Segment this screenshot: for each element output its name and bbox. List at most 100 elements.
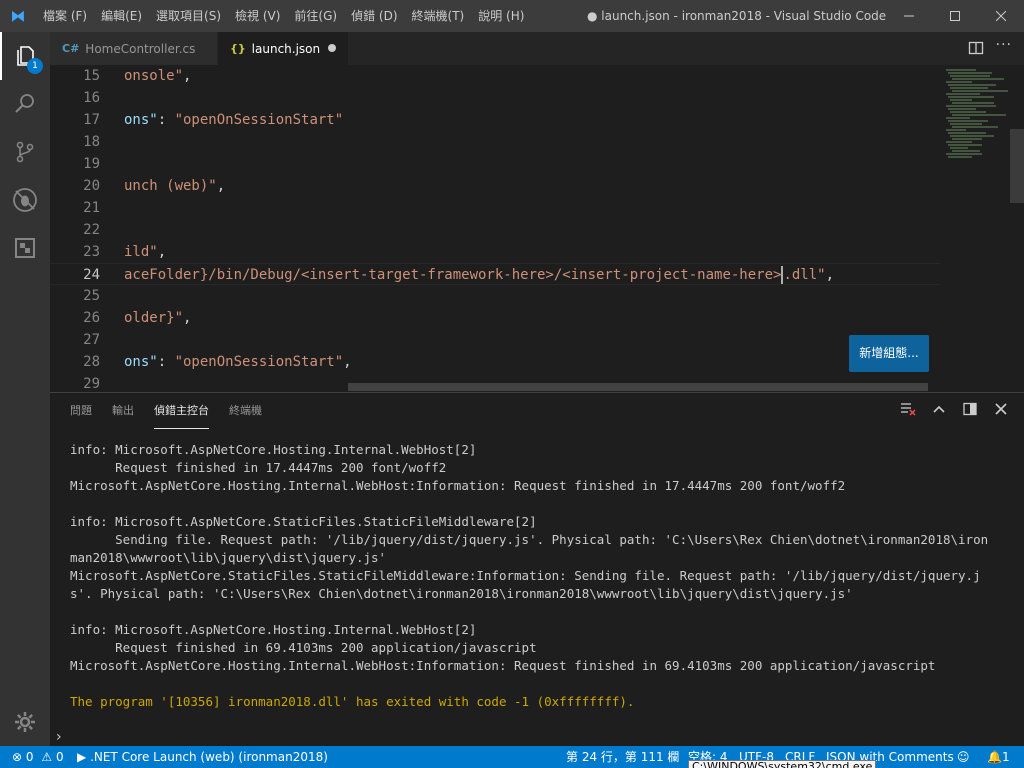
close-window-button[interactable]	[978, 0, 1024, 32]
line-number: 28	[83, 354, 100, 370]
minimap-line	[948, 132, 986, 134]
code-line[interactable]: 19	[50, 153, 940, 175]
debug-launch-config[interactable]: ▶ .NET Core Launch (web) (ironman2018)	[77, 746, 328, 768]
split-editor-button[interactable]	[968, 40, 984, 59]
code-token: ,	[157, 244, 167, 260]
bell-icon: 🔔	[987, 750, 1002, 764]
minimap-line	[946, 93, 980, 95]
code-token: ,	[183, 68, 192, 84]
more-actions-icon[interactable]: ···	[996, 37, 1012, 53]
maximize-icon	[950, 11, 960, 21]
source-control-button[interactable]	[0, 128, 50, 176]
add-configuration-button[interactable]: 新增組態...	[849, 335, 929, 372]
code-line[interactable]: 20 unch (web)",	[50, 175, 940, 197]
menu-help[interactable]: 說明 (H)	[471, 0, 531, 32]
console-line: Sending file. Request path: '/lib/jquery…	[70, 532, 989, 547]
line-code: unch (web)",	[124, 175, 225, 197]
code-token: ons"	[124, 354, 158, 370]
close-panel-button[interactable]	[985, 403, 1016, 419]
close-icon	[996, 11, 1006, 21]
warning-icon: ⚠	[41, 750, 53, 764]
menu-debug[interactable]: 偵錯 (D)	[344, 0, 404, 32]
problems-indicator[interactable]: ⊗ 0 ⚠ 0	[12, 746, 64, 768]
feedback-smiley-icon[interactable]: ☺	[957, 746, 970, 768]
code-line[interactable]: 26 older}",	[50, 307, 940, 329]
console-input-prompt[interactable]: ›	[56, 729, 62, 745]
line-code: onsole",	[124, 65, 191, 87]
minimap-line	[946, 81, 972, 83]
menu-file[interactable]: 檔案 (F)	[36, 0, 94, 32]
code-token: onsole"	[124, 68, 184, 84]
json-file-icon: {}	[230, 42, 246, 55]
csharp-file-icon: C#	[62, 42, 80, 55]
minimap-line	[946, 141, 972, 143]
settings-button[interactable]	[0, 698, 50, 746]
line-number: 20	[83, 178, 100, 194]
code-line[interactable]: 17 ons": "openOnSessionStart"	[50, 109, 940, 131]
close-icon	[994, 403, 1007, 415]
line-number: 19	[83, 156, 100, 172]
toggle-panel-position-button[interactable]	[954, 402, 985, 420]
extensions-button[interactable]	[0, 224, 50, 272]
code-line[interactable]: 28 ons": "openOnSessionStart",	[50, 351, 940, 373]
notification-count: 1	[1001, 750, 1010, 764]
menu-view[interactable]: 檢視 (V)	[228, 0, 287, 32]
vertical-scrollbar[interactable]	[1010, 129, 1024, 203]
code-token: :	[157, 112, 175, 128]
menu-selection[interactable]: 選取項目(S)	[149, 0, 228, 32]
tab-label: HomeController.cs	[85, 41, 196, 56]
code-line[interactable]: 21	[50, 197, 940, 219]
line-number: 17	[83, 112, 100, 128]
code-editor[interactable]: 15 onsole", 16 17 ons": "openOnSessionStart"…	[50, 65, 1024, 392]
console-line: The program '[10356] ironman2018.dll' ha…	[70, 694, 635, 709]
line-number: 29	[83, 376, 100, 392]
horizontal-scrollbar[interactable]	[348, 383, 928, 391]
minimap-line	[948, 156, 972, 158]
code-line[interactable]: 16	[50, 87, 940, 109]
minimize-button[interactable]	[886, 0, 932, 32]
tab-homecontroller[interactable]: C# HomeController.cs	[50, 32, 217, 65]
maximize-panel-button[interactable]	[923, 402, 954, 420]
cursor-position[interactable]: 第 24 行，第 111 欄	[566, 746, 679, 768]
minimap-line	[952, 102, 994, 104]
minimize-icon	[904, 15, 914, 17]
tab-output[interactable]: 輸出	[112, 393, 134, 429]
explorer-button[interactable]: 1	[0, 32, 50, 80]
code-token: ild"	[124, 244, 158, 260]
panel-actions	[892, 393, 1016, 429]
tab-launch-json[interactable]: {} launch.json	[218, 32, 348, 65]
code-line[interactable]: 27	[50, 329, 940, 351]
notifications-button[interactable]: 🔔1	[987, 746, 1010, 768]
maximize-button[interactable]	[932, 0, 978, 32]
menu-go[interactable]: 前往(G)	[287, 0, 344, 32]
tab-debug-console[interactable]: 偵錯主控台	[154, 393, 209, 429]
code-line[interactable]: 25	[50, 285, 940, 307]
source-control-icon	[16, 141, 34, 163]
code-line[interactable]: 23 ild",	[50, 241, 940, 263]
search-button[interactable]	[0, 80, 50, 128]
code-line[interactable]: 22	[50, 219, 940, 241]
debug-button[interactable]	[0, 176, 50, 224]
unsaved-dot-icon[interactable]	[328, 44, 336, 52]
minimap[interactable]	[942, 65, 1008, 392]
minimap-line	[946, 69, 976, 71]
tab-terminal[interactable]: 終端機	[229, 393, 262, 429]
code-token: "openOnSessionStart"	[174, 354, 344, 370]
tab-problems[interactable]: 問題	[70, 393, 92, 429]
line-code: ild",	[124, 241, 166, 263]
minimap-line	[948, 84, 996, 86]
code-line[interactable]: 15 onsole",	[50, 65, 940, 87]
console-line: s'. Physical path: 'C:\Users\Rex Chien\d…	[70, 586, 853, 601]
menu-edit[interactable]: 編輯(E)	[94, 0, 149, 32]
minimap-line	[952, 138, 982, 140]
console-line: info: Microsoft.AspNetCore.StaticFiles.S…	[70, 514, 537, 529]
minimap-line	[952, 78, 1004, 80]
menu-terminal[interactable]: 終端機(T)	[405, 0, 472, 32]
code-line[interactable]: 18	[50, 131, 940, 153]
clear-console-button[interactable]	[892, 401, 923, 421]
console-line: Request finished in 17.4447ms 200 font/w…	[70, 460, 447, 475]
code-token: :	[157, 354, 175, 370]
code-line[interactable]: 24 aceFolder}/bin/Debug/<insert-target-fr…	[50, 263, 940, 285]
gear-icon	[15, 712, 35, 732]
